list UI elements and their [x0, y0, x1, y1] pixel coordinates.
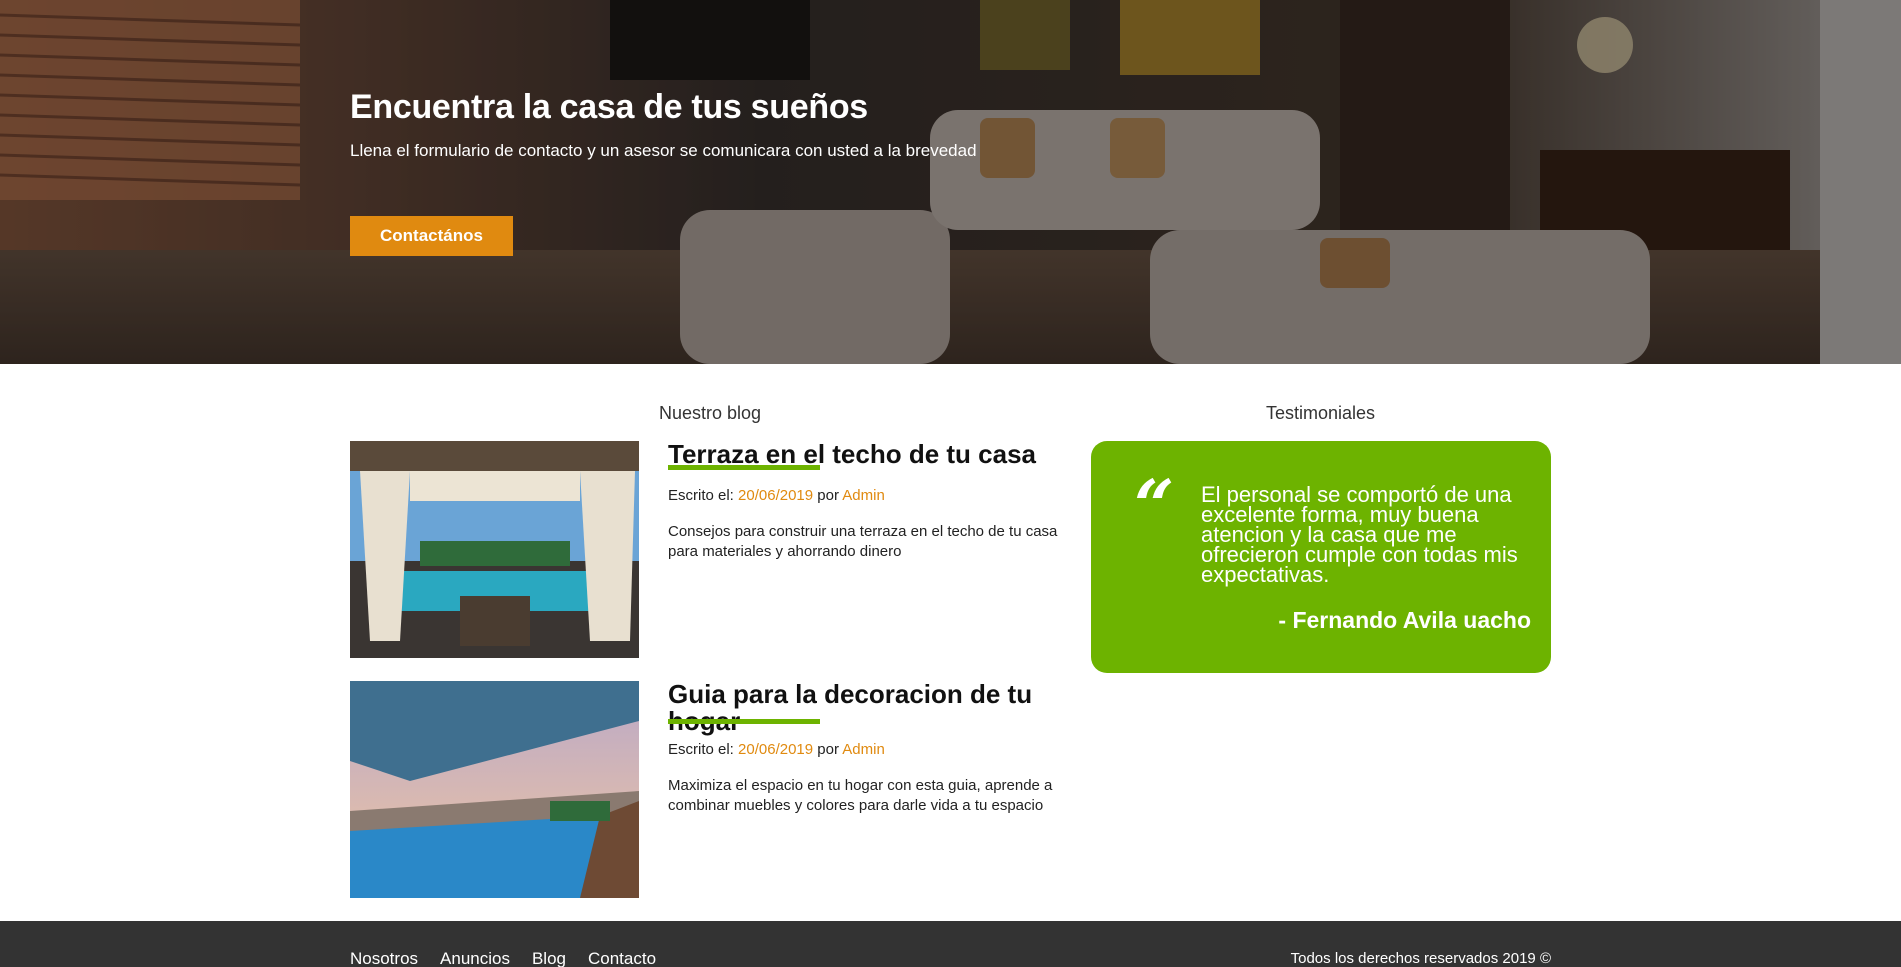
testimonial-text: El personal se comportó de una excelente…	[1201, 482, 1518, 587]
footer-link-anuncios[interactable]: Anuncios	[440, 949, 510, 967]
hero-dark-overlay	[0, 0, 1901, 364]
testimonials-heading: Testimoniales	[1266, 403, 1376, 423]
post-meta: Escrito el: 20/06/2019 por Admin	[668, 741, 885, 758]
footer-nav: Nosotros Anuncios Blog Contacto	[350, 949, 656, 967]
testimonial-card: “ El personal se comportó de una excelen…	[1091, 441, 1551, 673]
blog-post: Terraza en el techo de tu casa Escrito e…	[350, 441, 1070, 658]
footer-copyright: Todos los derechos reservados 2019 ©	[1290, 950, 1551, 967]
post-image-infinity-pool[interactable]	[350, 681, 639, 898]
post-title[interactable]: Guia para la decoracion de tu hogar	[668, 681, 1048, 735]
testimonial-author: - Fernando Avila uacho	[1278, 607, 1531, 633]
post-meta-label: Escrito el:	[668, 487, 739, 504]
hero-title: Encuentra la casa de tus sueños	[350, 88, 868, 126]
post-meta-by: por	[813, 487, 843, 504]
post-title-underline	[668, 719, 820, 724]
blog-post: Guia para la decoracion de tu hogar Escr…	[350, 681, 1070, 898]
post-date-link[interactable]: 20/06/2019	[738, 487, 813, 504]
post-date-link[interactable]: 20/06/2019	[738, 741, 813, 758]
hero-banner: Encuentra la casa de tus sueños Llena el…	[0, 0, 1901, 364]
post-description: Consejos para construir una terraza en e…	[668, 523, 1058, 560]
quote-icon: “	[1134, 464, 1175, 547]
footer-link-blog[interactable]: Blog	[532, 949, 566, 967]
post-author-link[interactable]: Admin	[842, 487, 885, 504]
post-image-rooftop-terrace[interactable]	[350, 441, 639, 658]
post-author-link[interactable]: Admin	[842, 741, 885, 758]
blog-heading: Nuestro blog	[659, 403, 762, 423]
footer: Nosotros Anuncios Blog Contacto Todos lo…	[0, 921, 1901, 967]
post-meta-by: por	[813, 741, 843, 758]
hero-subtitle: Llena el formulario de contacto y un ase…	[350, 141, 977, 160]
post-meta: Escrito el: 20/06/2019 por Admin	[668, 487, 885, 504]
post-title-underline	[668, 465, 820, 470]
footer-link-contacto[interactable]: Contacto	[588, 949, 656, 967]
post-description: Maximiza el espacio en tu hogar con esta…	[668, 777, 1053, 814]
post-meta-label: Escrito el:	[668, 741, 739, 758]
contact-button[interactable]: Contactános	[350, 216, 513, 256]
footer-link-nosotros[interactable]: Nosotros	[350, 949, 418, 967]
post-title[interactable]: Terraza en el techo de tu casa	[668, 441, 1048, 468]
